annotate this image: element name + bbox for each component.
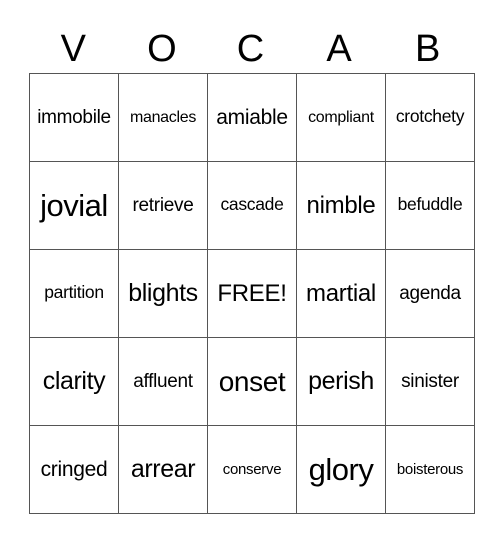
header-letter-o: O [147,28,177,70]
bingo-cell[interactable]: perish [296,337,386,426]
grid-row: immobile manacles amiable compliant crot… [29,73,475,162]
cell-word: boisterous [396,460,464,478]
bingo-cell[interactable]: martial [296,249,386,338]
cell-word: jovial [40,188,108,223]
header-letter-b: B [414,28,441,70]
bingo-cell[interactable]: compliant [296,73,386,162]
bingo-cell[interactable]: amiable [207,73,297,162]
bingo-cell[interactable]: retrieve [118,161,208,250]
bingo-cell[interactable]: partition [29,249,119,338]
cell-word: glory [308,452,374,487]
grid-row: clarity affluent onset perish sinister [29,337,475,426]
free-space-label: FREE! [217,279,287,307]
bingo-cell[interactable]: boisterous [385,425,475,514]
cell-word: compliant [308,108,374,126]
cell-word: nimble [306,191,376,219]
bingo-cell free-space[interactable]: FREE! [207,249,297,338]
bingo-cell[interactable]: manacles [118,73,208,162]
cell-word: onset [218,365,286,397]
cell-word: amiable [216,105,288,129]
cell-word: cascade [220,194,284,214]
grid-row: jovial retrieve cascade nimble befuddle [29,161,475,250]
cell-word: partition [44,282,104,302]
bingo-cell[interactable]: befuddle [385,161,475,250]
cell-word: martial [306,279,376,307]
bingo-cell[interactable]: conserve [207,425,297,514]
bingo-cell[interactable]: agenda [385,249,475,338]
bingo-cell[interactable]: sinister [385,337,475,426]
cell-word: agenda [399,282,461,304]
cell-word: cringed [40,457,108,481]
header-letter-c: C [236,28,265,70]
cell-word: crotchety [395,106,465,126]
grid-row: partition blights FREE! martial agenda [29,249,475,338]
bingo-cell[interactable]: cascade [207,161,297,250]
bingo-cell[interactable]: crotchety [385,73,475,162]
bingo-cell[interactable]: onset [207,337,297,426]
header-letter-a: A [326,28,352,70]
bingo-cell[interactable]: clarity [29,337,119,426]
bingo-cell[interactable]: nimble [296,161,386,250]
bingo-cell[interactable]: immobile [29,73,119,162]
cell-word: immobile [37,106,111,128]
bingo-cell[interactable]: affluent [118,337,208,426]
cell-word: perish [308,367,374,395]
cell-word: conserve [222,460,282,478]
cell-word: manacles [129,108,197,126]
bingo-grid: immobile manacles amiable compliant crot… [29,73,475,514]
cell-word: sinister [401,370,459,392]
bingo-header: V O C A B [29,26,472,72]
cell-word: affluent [133,370,193,392]
bingo-cell[interactable]: glory [296,425,386,514]
bingo-cell[interactable]: arrear [118,425,208,514]
grid-row: cringed arrear conserve glory boisterous [29,425,475,514]
header-letter-v: V [60,28,86,70]
bingo-cell[interactable]: cringed [29,425,119,514]
cell-word: retrieve [132,194,194,216]
cell-word: blights [128,279,198,307]
cell-word: befuddle [397,194,463,214]
cell-word: arrear [130,455,196,483]
bingo-cell[interactable]: jovial [29,161,119,250]
bingo-cell[interactable]: blights [118,249,208,338]
cell-word: clarity [42,367,106,395]
